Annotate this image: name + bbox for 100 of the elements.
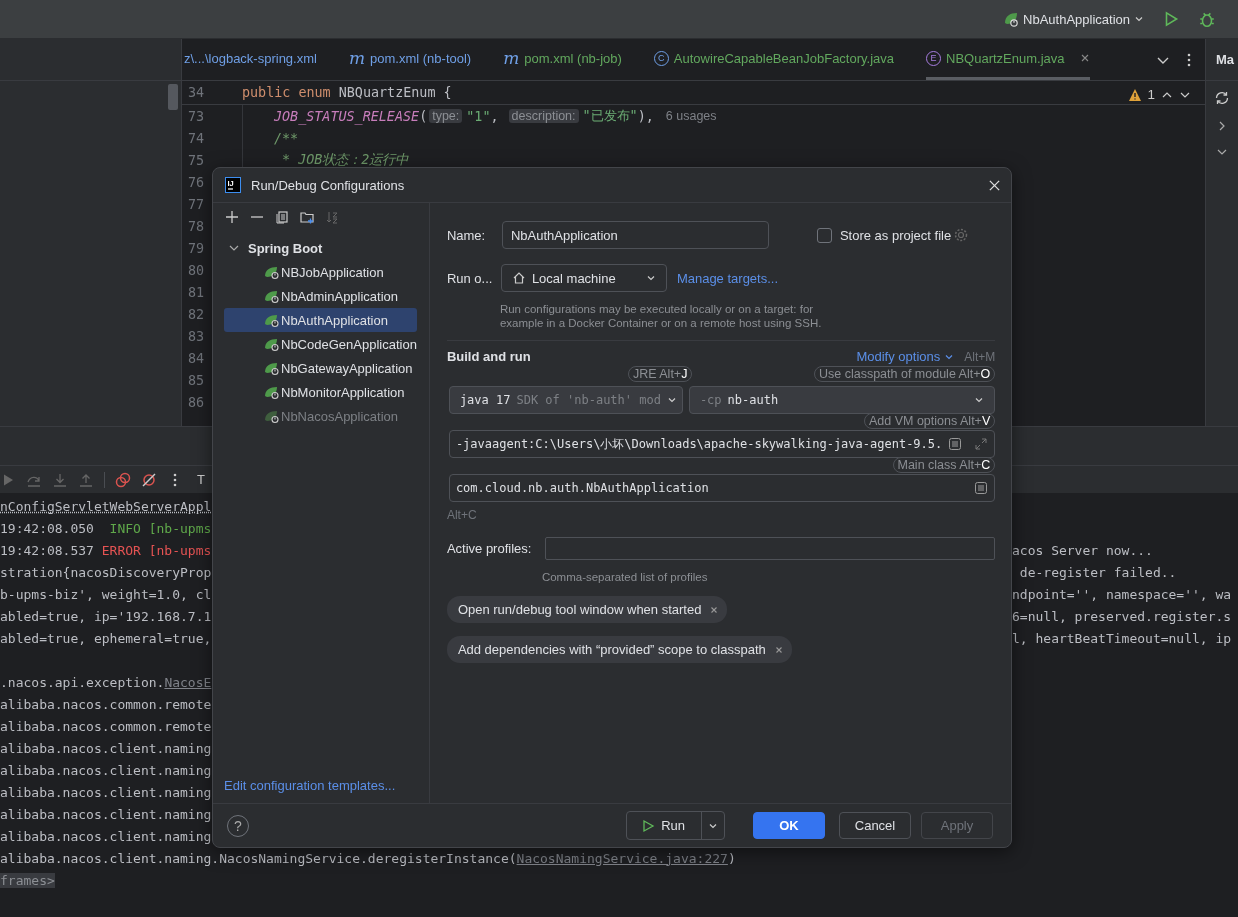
- editor-tab[interactable]: m pom.xml (nb-tool): [348, 39, 472, 80]
- log-text: alibaba.nacos.client.naming.NacosNamingService.deregisterInstance(: [0, 850, 517, 866]
- warning-icon[interactable]: [1127, 87, 1142, 102]
- log-text: ): [727, 850, 736, 866]
- tree-item[interactable]: NbAuthApplication: [224, 308, 417, 332]
- editor-tab[interactable]: m pom.xml (nb-job): [503, 39, 622, 80]
- store-checkbox[interactable]: [816, 227, 832, 243]
- mute-breakpoints-icon[interactable]: [141, 471, 157, 488]
- settings-icon[interactable]: [953, 227, 970, 243]
- sync-icon[interactable]: [1214, 90, 1230, 106]
- dialog-title: Run/Debug Configurations: [251, 177, 406, 193]
- spring-boot-icon: [264, 384, 280, 400]
- log-link[interactable]: NacosNamingService.java:227: [516, 850, 728, 866]
- line-number: 81: [186, 284, 204, 300]
- log-info: INFO [nb-upms: [109, 520, 212, 536]
- usages-hint: 6 usages: [665, 109, 717, 123]
- code-string: "1": [466, 108, 491, 124]
- list-icon[interactable]: [974, 481, 989, 495]
- manage-targets-link[interactable]: Manage targets...: [676, 270, 779, 286]
- log-text: alibaba.nacos.client.naming: [0, 762, 212, 778]
- log-error: ERROR [nb-upms: [101, 542, 212, 558]
- edit-templates-link[interactable]: Edit configuration templates...: [224, 778, 396, 793]
- code-string: "已发布": [582, 107, 638, 125]
- chevron-down-icon: [645, 273, 656, 283]
- line-number: 78: [186, 218, 204, 234]
- editor-tab[interactable]: C AutowireCapableBeanJobFactory.java: [653, 39, 895, 80]
- log-text: nConfigServletWebServerAppl: [0, 498, 212, 514]
- log-text: alibaba.nacos.client.naming: [0, 806, 212, 822]
- classpath-dropdown[interactable]: -cp nb-auth: [688, 386, 996, 414]
- cancel-button[interactable]: Cancel: [839, 812, 911, 839]
- jre-dropdown[interactable]: java 17 SDK of 'nb-auth' mod: [448, 386, 683, 414]
- line-number: 77: [186, 196, 204, 212]
- tree-item[interactable]: NbGatewayApplication: [224, 356, 417, 380]
- code-text: (: [419, 108, 428, 124]
- tree-group[interactable]: Spring Boot: [248, 240, 323, 256]
- active-profiles-field[interactable]: [544, 537, 996, 560]
- line-number: 34: [186, 85, 204, 100]
- vm-options-field[interactable]: -javaagent:C:\Users\小坏\Downloads\apache-skywalking-java-agent-9.5.: [448, 430, 996, 458]
- log-text: stration{nacosDiscoveryProp: [0, 564, 212, 580]
- log-text: l, heartBeatTimeout=null, ip: [1012, 630, 1232, 646]
- add-icon[interactable]: [225, 210, 239, 224]
- close-icon[interactable]: [988, 178, 1001, 192]
- tree-item[interactable]: NbNacosApplication: [224, 404, 417, 428]
- spring-boot-icon: [264, 336, 280, 352]
- spring-boot-icon: [264, 312, 280, 328]
- warning-count[interactable]: 1: [1147, 87, 1155, 102]
- ok-button[interactable]: OK: [753, 812, 825, 839]
- section-title: Build and run: [446, 349, 531, 364]
- code-keyword: enum: [298, 85, 332, 100]
- log-link[interactable]: NacosE: [164, 674, 212, 690]
- code-text: ),: [637, 108, 654, 124]
- list-icon[interactable]: [948, 437, 963, 451]
- modify-options-link[interactable]: Modify options: [856, 349, 955, 364]
- line-number: 75: [186, 152, 204, 168]
- run-config-selector[interactable]: NbAuthApplication: [1003, 11, 1144, 27]
- log-text: acos Server now...: [1012, 542, 1153, 558]
- line-number: 79: [186, 240, 204, 256]
- log-text: ndpoint='', namespace='', wa: [1012, 586, 1232, 602]
- name-field[interactable]: NbAuthApplication: [501, 221, 769, 249]
- checkbox-label[interactable]: Store as project file: [839, 227, 952, 243]
- maven-file-icon: m: [348, 49, 366, 67]
- tree-item[interactable]: NBJobApplication: [224, 260, 417, 284]
- line-number: 74: [186, 130, 204, 146]
- main-class-field[interactable]: com.cloud.nb.auth.NbAuthApplication: [448, 474, 996, 502]
- spring-boot-icon: [264, 408, 280, 424]
- code-constant: JOB_STATUS_RELEASE: [274, 108, 420, 124]
- log-text: 6=null, preserved.register.s: [1012, 608, 1232, 624]
- option-chip[interactable]: Add dependencies with “provided” scope to classpath: [446, 636, 792, 663]
- line-number: 86: [186, 394, 204, 410]
- line-number: 85: [186, 372, 204, 388]
- editor-tab[interactable]: z\...\logback-spring.xml: [184, 39, 317, 80]
- line-number: 73: [186, 108, 204, 124]
- new-folder-icon[interactable]: [300, 210, 314, 224]
- tree-item[interactable]: NbCodeGenApplication: [224, 332, 417, 356]
- frames-fold[interactable]: frames>: [0, 872, 55, 888]
- log-text: abled=true, ephemeral=true,: [0, 630, 212, 646]
- target-dropdown[interactable]: Local machine: [500, 264, 667, 292]
- option-chip[interactable]: Open run/debug tool window when started: [446, 596, 728, 623]
- home-icon: [511, 271, 526, 285]
- scrollbar-thumb[interactable]: [168, 84, 178, 110]
- parameter-hint: description:: [508, 109, 579, 123]
- breakpoints-icon[interactable]: [115, 471, 131, 488]
- shortcut-badge: JRE Alt+J: [627, 366, 693, 382]
- log-text: alibaba.nacos.common.remote: [0, 718, 212, 734]
- field-label: Run o...: [446, 270, 494, 286]
- spring-boot-icon: [264, 264, 280, 280]
- field-label: Active profiles:: [446, 541, 533, 556]
- copy-icon[interactable]: [275, 210, 289, 224]
- close-icon[interactable]: [1079, 53, 1090, 63]
- tree-item[interactable]: NbAdminApplication: [224, 284, 417, 308]
- debug-bug-icon[interactable]: [1198, 10, 1216, 28]
- shortcut-hint: Alt+C: [446, 508, 478, 522]
- expand-icon[interactable]: [974, 437, 989, 451]
- tab-label[interactable]: T: [197, 472, 205, 487]
- log-text: .nacos.api.exception.: [0, 674, 165, 690]
- code-comment: /**: [274, 130, 299, 146]
- sort-icon[interactable]: [325, 210, 339, 224]
- hint-text: Run configurations may be executed locally or on a target: for example in a Docker Container or on a remote host using SSH.: [499, 302, 823, 330]
- spring-boot-icon: [264, 360, 280, 376]
- tree-item[interactable]: NbMonitorApplication: [224, 380, 417, 404]
